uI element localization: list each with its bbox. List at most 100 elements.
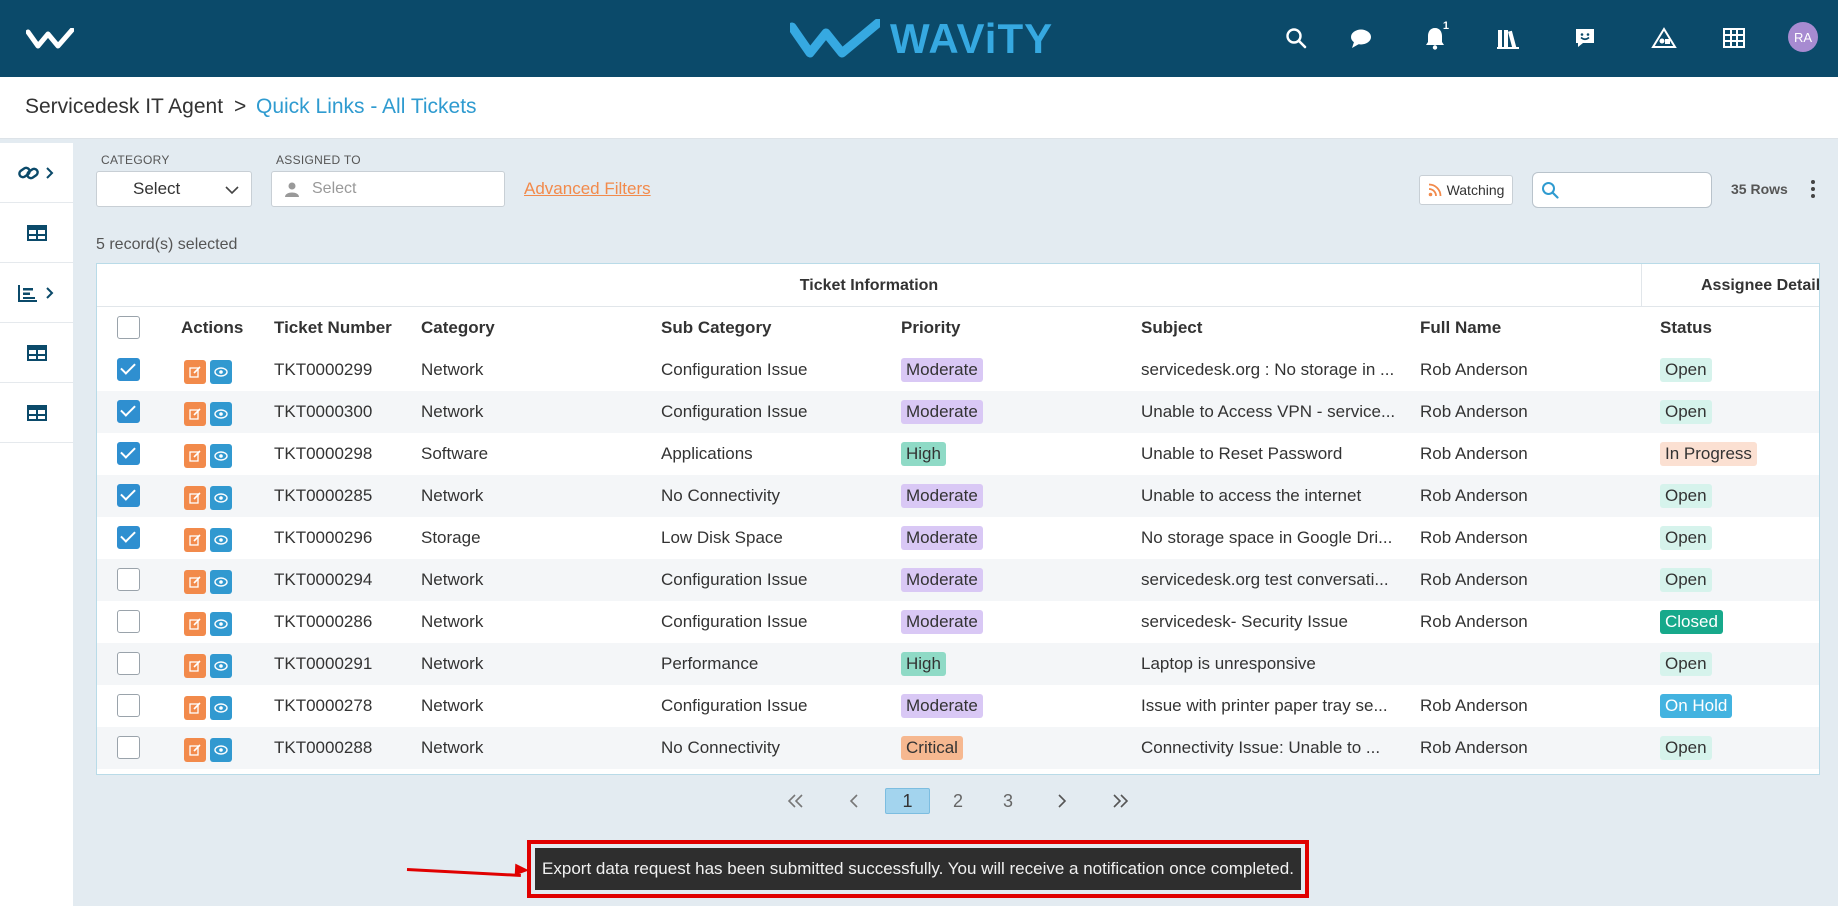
- row-select-checkbox[interactable]: [117, 568, 140, 591]
- library-books-icon[interactable]: [1492, 22, 1524, 54]
- row-select-checkbox[interactable]: [117, 610, 140, 633]
- cell-priority: Moderate: [901, 517, 983, 559]
- notification-bell-icon[interactable]: 1: [1419, 20, 1451, 54]
- sidebar-item-reports[interactable]: [0, 263, 73, 323]
- first-page-button[interactable]: [782, 788, 810, 814]
- edit-ticket-button[interactable]: [184, 528, 206, 552]
- table-row[interactable]: TKT0000298 Software Applications High Unable…: [97, 433, 1819, 475]
- next-page-button[interactable]: [1050, 788, 1074, 814]
- cell-ticket-number[interactable]: TKT0000278: [274, 685, 372, 727]
- cell-status: In Progress: [1660, 433, 1757, 475]
- home-logo-icon[interactable]: [25, 27, 75, 55]
- view-ticket-button[interactable]: [210, 738, 232, 762]
- row-select-checkbox[interactable]: [117, 484, 140, 507]
- previous-page-button[interactable]: [840, 788, 868, 814]
- column-header-category[interactable]: Category: [421, 307, 495, 349]
- cell-ticket-number[interactable]: TKT0000300: [274, 391, 372, 433]
- assigned-to-select[interactable]: Select: [271, 171, 505, 207]
- cell-ticket-number[interactable]: TKT0000286: [274, 601, 372, 643]
- cell-ticket-number[interactable]: TKT0000299: [274, 349, 372, 391]
- tickets-table: Ticket Information Assignee Details Acti…: [96, 263, 1820, 775]
- select-all-checkbox[interactable]: [117, 316, 140, 339]
- edit-ticket-button[interactable]: [184, 444, 206, 468]
- category-select[interactable]: Select: [96, 171, 252, 207]
- table-row[interactable]: TKT0000286 Network Configuration Issue Mode…: [97, 601, 1819, 643]
- cell-ticket-number[interactable]: TKT0000298: [274, 433, 372, 475]
- sidebar-item-table-1[interactable]: [0, 203, 73, 263]
- top-navigation-bar: WAViTY 1 RA: [0, 0, 1838, 77]
- table-row[interactable]: TKT0000294 Network Configuration Issue Mode…: [97, 559, 1819, 601]
- view-ticket-button[interactable]: [210, 528, 232, 552]
- edit-ticket-button[interactable]: [184, 612, 206, 636]
- cell-sub-category: Configuration Issue: [661, 402, 808, 421]
- table-row[interactable]: TKT0000299 Network Configuration Issue Mode…: [97, 349, 1819, 391]
- feedback-smile-icon[interactable]: [1569, 22, 1601, 54]
- more-options-icon[interactable]: [1805, 177, 1821, 201]
- row-select-checkbox[interactable]: [117, 358, 140, 381]
- double-chevron-right-icon: [1113, 794, 1129, 808]
- cell-ticket-number[interactable]: TKT0000288: [274, 727, 372, 769]
- view-ticket-button[interactable]: [210, 444, 232, 468]
- column-header-full-name[interactable]: Full Name: [1420, 307, 1501, 349]
- shapes-icon[interactable]: [1648, 22, 1680, 54]
- view-ticket-button[interactable]: [210, 612, 232, 636]
- edit-ticket-button[interactable]: [184, 486, 206, 510]
- cell-ticket-number[interactable]: TKT0000294: [274, 559, 372, 601]
- table-search-box[interactable]: [1532, 172, 1712, 208]
- table-row[interactable]: TKT0000278 Network Configuration Issue Mode…: [97, 685, 1819, 727]
- table-row[interactable]: TKT0000300 Network Configuration Issue Mode…: [97, 391, 1819, 433]
- chat-icon[interactable]: [1345, 22, 1377, 54]
- table-row[interactable]: TKT0000291 Network Performance High Laptop i…: [97, 643, 1819, 685]
- row-select-checkbox[interactable]: [117, 736, 140, 759]
- sidebar-item-table-2[interactable]: [0, 323, 73, 383]
- edit-ticket-button[interactable]: [184, 696, 206, 720]
- edit-icon: [189, 702, 201, 714]
- breadcrumb-current[interactable]: Quick Links - All Tickets: [256, 95, 477, 119]
- row-select-checkbox[interactable]: [117, 694, 140, 717]
- view-ticket-button[interactable]: [210, 402, 232, 426]
- advanced-filters-link[interactable]: Advanced Filters: [524, 179, 651, 199]
- row-select-checkbox[interactable]: [117, 400, 140, 423]
- breadcrumb-root[interactable]: Servicedesk IT Agent: [25, 95, 223, 119]
- eye-icon: [214, 493, 228, 503]
- page-button-1[interactable]: 1: [885, 788, 930, 814]
- cell-category: Storage: [421, 528, 481, 547]
- user-avatar[interactable]: RA: [1788, 22, 1818, 52]
- row-select-checkbox[interactable]: [117, 442, 140, 465]
- view-ticket-button[interactable]: [210, 654, 232, 678]
- edit-ticket-button[interactable]: [184, 402, 206, 426]
- cell-ticket-number[interactable]: TKT0000296: [274, 517, 372, 559]
- watching-button[interactable]: Watching: [1419, 175, 1513, 205]
- column-header-ticket-number[interactable]: Ticket Number: [274, 307, 392, 349]
- column-header-priority[interactable]: Priority: [901, 307, 961, 349]
- view-ticket-button[interactable]: [210, 570, 232, 594]
- edit-ticket-button[interactable]: [184, 654, 206, 678]
- sidebar-item-table-3[interactable]: [0, 383, 73, 443]
- column-header-subject[interactable]: Subject: [1141, 307, 1202, 349]
- cell-category: Network: [421, 612, 484, 631]
- apps-grid-icon[interactable]: [1718, 22, 1750, 54]
- edit-ticket-button[interactable]: [184, 360, 206, 384]
- table-search-input[interactable]: [1565, 181, 1705, 199]
- cell-ticket-number[interactable]: TKT0000285: [274, 475, 372, 517]
- edit-ticket-button[interactable]: [184, 570, 206, 594]
- sidebar-item-quick-links[interactable]: [0, 143, 73, 203]
- edit-ticket-button[interactable]: [184, 738, 206, 762]
- column-header-status[interactable]: Status: [1660, 307, 1712, 349]
- row-select-checkbox[interactable]: [117, 652, 140, 675]
- view-ticket-button[interactable]: [210, 486, 232, 510]
- last-page-button[interactable]: [1106, 788, 1134, 814]
- search-icon[interactable]: [1280, 22, 1312, 54]
- column-header-actions[interactable]: Actions: [181, 307, 243, 349]
- table-row[interactable]: TKT0000288 Network No Connectivity Critical…: [97, 727, 1819, 769]
- page-button-3[interactable]: 3: [996, 788, 1020, 814]
- cell-sub-category: Low Disk Space: [661, 528, 783, 547]
- cell-ticket-number[interactable]: TKT0000291: [274, 643, 372, 685]
- page-button-2[interactable]: 2: [946, 788, 970, 814]
- table-row[interactable]: TKT0000285 Network No Connectivity Moderate…: [97, 475, 1819, 517]
- table-row[interactable]: TKT0000296 Storage Low Disk Space Moderate N…: [97, 517, 1819, 559]
- column-header-sub-category[interactable]: Sub Category: [661, 307, 772, 349]
- row-select-checkbox[interactable]: [117, 526, 140, 549]
- view-ticket-button[interactable]: [210, 696, 232, 720]
- view-ticket-button[interactable]: [210, 360, 232, 384]
